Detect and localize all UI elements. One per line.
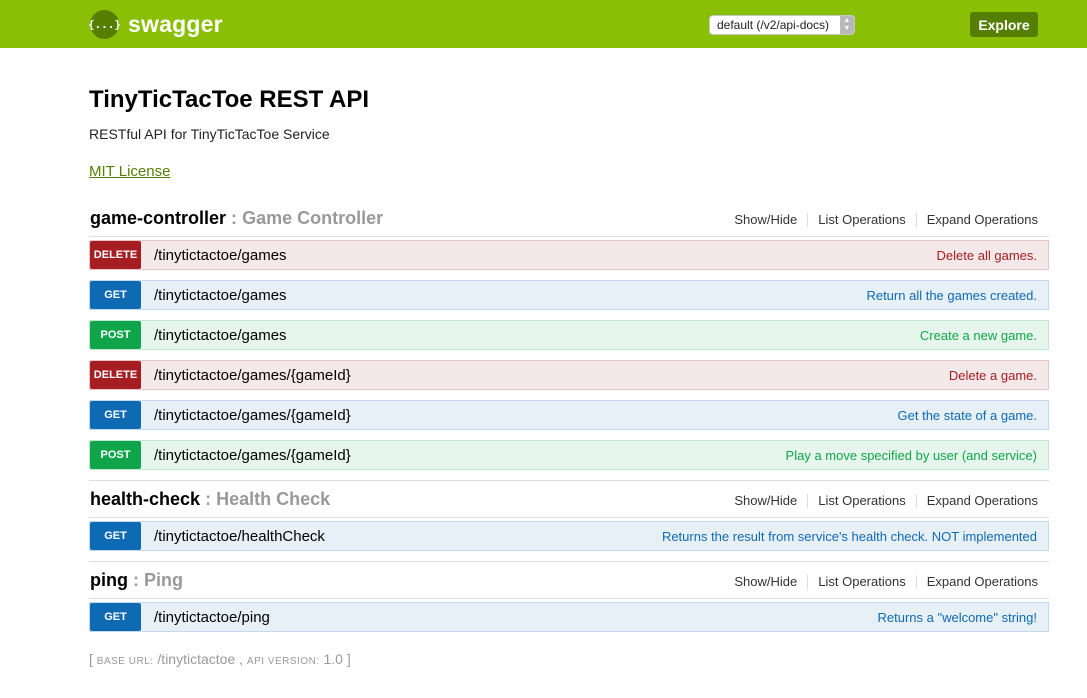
operation-path[interactable]: /tinytictactoe/games/{gameId}: [154, 447, 351, 464]
operation-summary[interactable]: Return all the games created.: [866, 288, 1037, 303]
show-hide-link[interactable]: Show/Hide: [724, 213, 809, 227]
operation-path[interactable]: /tinytictactoe/games/{gameId}: [154, 367, 351, 384]
resource-divider: [89, 598, 1049, 599]
spec-selector[interactable]: default (/v2/api-docs) ▲ ▼: [709, 15, 855, 35]
operation-row[interactable]: GET /tinytictactoe/healthCheck Returns t…: [89, 521, 1049, 551]
expand-operations-link[interactable]: Expand Operations: [917, 575, 1038, 589]
resource-divider: [89, 480, 1049, 481]
swagger-logo-icon: {...}: [88, 9, 121, 39]
operation-row[interactable]: GET /tinytictactoe/games Return all the …: [89, 280, 1049, 310]
method-badge[interactable]: POST: [90, 441, 141, 469]
page-title: TinyTicTacToe REST API: [89, 86, 370, 113]
method-badge[interactable]: DELETE: [90, 241, 141, 269]
resource-separator: :: [231, 208, 238, 228]
operation-summary[interactable]: Create a new game.: [920, 328, 1037, 343]
resource-divider: [89, 517, 1049, 518]
expand-operations-link[interactable]: Expand Operations: [917, 213, 1038, 227]
swagger-logo[interactable]: {...} swagger: [88, 9, 223, 39]
resource-title[interactable]: health-check : Health Check: [90, 489, 330, 510]
footer-bracket-close: ]: [346, 651, 351, 667]
swagger-logo-text: swagger: [128, 10, 223, 37]
top-bar: {...} swagger default (/v2/api-docs) ▲ ▼ …: [0, 0, 1087, 48]
method-badge[interactable]: GET: [90, 603, 141, 631]
resource-name: game-controller: [90, 208, 227, 228]
operation-path[interactable]: /tinytictactoe/healthCheck: [154, 528, 325, 545]
api-description: RESTful API for TinyTicTacToe Service: [89, 126, 330, 142]
updown-arrows-icon: ▲ ▼: [840, 16, 854, 34]
resource-header-game-controller: game-controller : Game Controller Show/H…: [89, 208, 1049, 236]
resource-divider: [89, 236, 1049, 237]
resource-actions: Show/Hide List Operations Expand Operati…: [724, 213, 1038, 227]
list-operations-link[interactable]: List Operations: [808, 575, 917, 589]
resource-description: Game Controller: [242, 208, 384, 228]
resource-divider: [89, 561, 1049, 562]
spec-selector-value: default (/v2/api-docs): [717, 18, 830, 32]
license-link[interactable]: MIT License: [89, 163, 170, 180]
resource-actions: Show/Hide List Operations Expand Operati…: [724, 494, 1038, 508]
expand-operations-link[interactable]: Expand Operations: [917, 494, 1038, 508]
operation-summary[interactable]: Delete a game.: [949, 368, 1037, 383]
api-footer: [ BASE URL: /tinytictactoe , API VERSION…: [89, 651, 351, 667]
operation-path[interactable]: /tinytictactoe/games/{gameId}: [154, 407, 351, 424]
resource-separator: :: [205, 489, 212, 509]
footer-bracket-open: [: [89, 651, 93, 667]
operation-row[interactable]: POST /tinytictactoe/games Create a new g…: [89, 320, 1049, 350]
operation-path[interactable]: /tinytictactoe/games: [154, 287, 287, 304]
operation-row[interactable]: GET /tinytictactoe/ping Returns a "welco…: [89, 602, 1049, 632]
resource-title[interactable]: ping : Ping: [90, 570, 183, 591]
operation-summary[interactable]: Delete all games.: [937, 248, 1037, 263]
resource-actions: Show/Hide List Operations Expand Operati…: [724, 575, 1038, 589]
operation-row[interactable]: GET /tinytictactoe/games/{gameId} Get th…: [89, 400, 1049, 430]
api-version-label: API VERSION:: [246, 656, 320, 667]
operation-row[interactable]: DELETE /tinytictactoe/games/{gameId} Del…: [89, 360, 1049, 390]
operation-path[interactable]: /tinytictactoe/games: [154, 327, 287, 344]
list-operations-link[interactable]: List Operations: [808, 213, 917, 227]
resource-description: Health Check: [216, 489, 331, 509]
method-badge[interactable]: GET: [90, 401, 141, 429]
resource-header-health-check: health-check : Health Check Show/Hide Li…: [89, 489, 1049, 517]
method-badge[interactable]: GET: [90, 522, 141, 550]
api-version-value: 1.0: [323, 651, 343, 667]
operation-summary[interactable]: Get the state of a game.: [898, 408, 1037, 423]
list-operations-link[interactable]: List Operations: [808, 494, 917, 508]
resource-title[interactable]: game-controller : Game Controller: [90, 208, 383, 229]
resource-description: Ping: [144, 570, 184, 590]
resource-name: ping: [90, 570, 128, 590]
operation-path[interactable]: /tinytictactoe/ping: [154, 609, 270, 626]
base-url-label: BASE URL:: [96, 656, 154, 667]
operation-row[interactable]: DELETE /tinytictactoe/games Delete all g…: [89, 240, 1049, 270]
method-badge[interactable]: DELETE: [90, 361, 141, 389]
explore-button[interactable]: Explore: [970, 12, 1038, 37]
operation-summary[interactable]: Returns a "welcome" string!: [877, 610, 1037, 625]
operation-row[interactable]: POST /tinytictactoe/games/{gameId} Play …: [89, 440, 1049, 470]
footer-comma: ,: [239, 651, 244, 667]
resource-separator: :: [133, 570, 140, 590]
resource-name: health-check: [90, 489, 201, 509]
operation-summary[interactable]: Play a move specified by user (and servi…: [786, 448, 1037, 463]
show-hide-link[interactable]: Show/Hide: [724, 575, 809, 589]
method-badge[interactable]: GET: [90, 281, 141, 309]
operation-path[interactable]: /tinytictactoe/games: [154, 247, 287, 264]
base-url-value: /tinytictactoe: [157, 651, 236, 667]
resource-header-ping: ping : Ping Show/Hide List Operations Ex…: [89, 570, 1049, 598]
method-badge[interactable]: POST: [90, 321, 141, 349]
show-hide-link[interactable]: Show/Hide: [724, 494, 809, 508]
operation-summary[interactable]: Returns the result from service's health…: [662, 529, 1037, 544]
